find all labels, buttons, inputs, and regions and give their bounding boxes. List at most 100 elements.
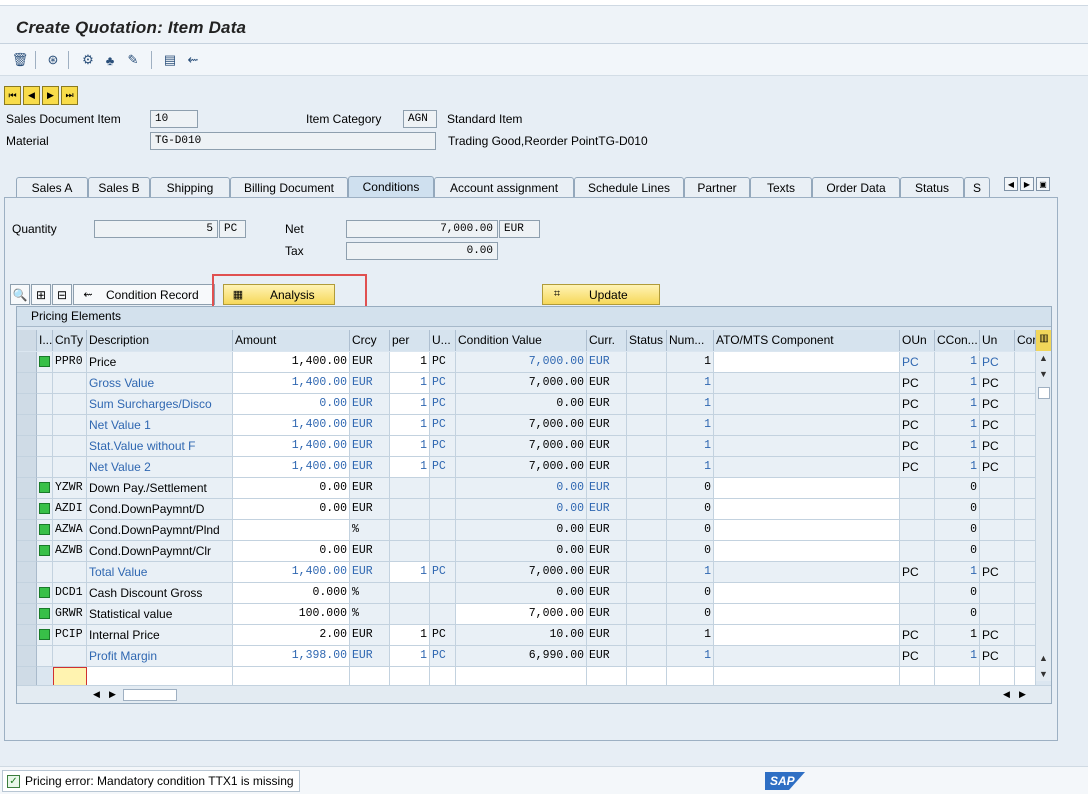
condition-record-button[interactable]: ⇜ Condition Record — [73, 284, 215, 305]
tab-conditions[interactable]: Conditions — [348, 176, 434, 198]
cell-amount[interactable]: 0.000 — [233, 583, 350, 604]
cell-amount[interactable]: 1,400.00 — [233, 415, 350, 436]
cell-ato-mts[interactable] — [714, 478, 900, 499]
first-item-button[interactable]: ⏮ — [4, 86, 21, 105]
cell-amount[interactable]: 1,398.00 — [233, 646, 350, 667]
table-row[interactable]: DCD1 Cash Discount Gross 0.000% 0.00 EUR 0 0 — [17, 583, 1051, 604]
col-header-description[interactable]: Description — [87, 330, 233, 351]
cell-amount[interactable]: 1,400.00 — [233, 457, 350, 478]
table-row[interactable]: Stat.Value without F 1,400.00 EUR 1 PC 7,000.… — [17, 436, 1051, 457]
cell-per[interactable]: 1 — [390, 562, 430, 583]
table-row[interactable]: PCIP Internal Price 2.00 EUR 1 PC 10.00 EUR 1 PC 1… — [17, 625, 1051, 646]
tab-schedule-lines[interactable]: Schedule Lines — [574, 177, 684, 198]
row-selector[interactable] — [17, 625, 37, 646]
table-row[interactable]: PPR0 Price 1,400.00 EUR 1 PC 7,000.00 EUR 1 PC 1 PC — [17, 352, 1051, 373]
cell-per[interactable]: 1 — [390, 646, 430, 667]
last-item-button[interactable]: ⏭ — [61, 86, 78, 105]
scroll-down-icon[interactable]: ▼ — [1039, 369, 1048, 379]
row-selector[interactable] — [17, 541, 37, 562]
table-row[interactable]: YZWR Down Pay./Settlement 0.00 EUR 0.00 EUR 0 0 — [17, 478, 1051, 499]
scroll-left-right-icon[interactable]: ◀ — [1003, 689, 1010, 700]
quantity-field[interactable]: 5 — [94, 220, 218, 238]
scroll-thumb[interactable] — [1038, 387, 1050, 399]
tab-list-icon[interactable]: ▣ — [1036, 177, 1050, 191]
tab-partner[interactable]: Partner — [684, 177, 750, 198]
material-field[interactable]: TG-D010 — [150, 132, 436, 150]
row-selector[interactable] — [17, 352, 37, 373]
cell-ato-mts[interactable] — [714, 583, 900, 604]
col-header-curr[interactable]: Curr. — [587, 330, 627, 351]
cell-amount[interactable]: 0.00 — [233, 499, 350, 520]
quantity-unit-field[interactable]: PC — [219, 220, 246, 238]
cell-amount[interactable] — [233, 520, 350, 541]
edit-icon[interactable]: ✎ — [124, 51, 142, 69]
cell-amount[interactable]: 0.00 — [233, 478, 350, 499]
previous-item-button[interactable]: ◀ — [23, 86, 40, 105]
col-header-cnty[interactable]: CnTy — [53, 330, 87, 351]
col-header-un[interactable]: Un — [980, 330, 1015, 351]
cell-per[interactable]: 1 — [390, 415, 430, 436]
col-header-crcy[interactable]: Crcy — [350, 330, 390, 351]
sales-doc-item-field[interactable]: 10 — [150, 110, 198, 128]
hscroll-thumb[interactable] — [123, 689, 177, 701]
display-icon[interactable]: ▤ — [161, 51, 179, 69]
header-icon[interactable]: ⚙ — [79, 51, 97, 69]
row-selector[interactable] — [17, 436, 37, 457]
table-row[interactable]: Profit Margin 1,398.00 EUR 1 PC 6,990.00 EUR 1 P… — [17, 646, 1051, 667]
row-selector[interactable] — [17, 394, 37, 415]
tab-texts[interactable]: Texts — [750, 177, 812, 198]
update-button[interactable]: ⌗ Update — [542, 284, 660, 305]
table-row[interactable]: AZWA Cond.DownPaymnt/Plnd% 0.00 EUR 0 0 — [17, 520, 1051, 541]
row-selector[interactable] — [17, 499, 37, 520]
table-row[interactable]: Net Value 1 1,400.00 EUR 1 PC 7,000.00 EUR 1 PC 1… — [17, 415, 1051, 436]
col-header-status[interactable]: Status — [627, 330, 667, 351]
cell-per[interactable]: 1 — [390, 457, 430, 478]
col-header-condition-value[interactable]: Condition Value — [456, 330, 587, 351]
trash-icon[interactable]: 🗑 — [11, 51, 29, 69]
col-header-indicator[interactable]: I... — [37, 330, 53, 351]
cell-amount[interactable]: 1,400.00 — [233, 562, 350, 583]
row-selector[interactable] — [17, 562, 37, 583]
table-row[interactable]: Total Value 1,400.00 EUR 1 PC 7,000.00 EUR 1 PC 1… — [17, 562, 1051, 583]
tab-account-assignment[interactable]: Account assignment — [434, 177, 574, 198]
row-selector[interactable] — [17, 520, 37, 541]
cell-ato-mts[interactable] — [714, 499, 900, 520]
scroll-right-icon[interactable]: ▶ — [109, 689, 116, 700]
status-message-box[interactable]: ✓ Pricing error: Mandatory condition TTX… — [2, 770, 300, 792]
horizontal-scrollbar[interactable]: ◀ ▶ ◀ ▶ — [17, 685, 1051, 703]
cell-amount[interactable]: 0.00 — [233, 541, 350, 562]
tab-order-data[interactable]: Order Data — [812, 177, 900, 198]
cell-amount[interactable]: 2.00 — [233, 625, 350, 646]
cell-per[interactable]: 1 — [390, 352, 430, 373]
cell-ato-mts[interactable] — [714, 625, 900, 646]
cell-amount[interactable]: 1,400.00 — [233, 373, 350, 394]
tab-shipping[interactable]: Shipping — [150, 177, 230, 198]
cell-amount[interactable]: 1,400.00 — [233, 352, 350, 373]
scroll-left-icon[interactable]: ◀ — [93, 689, 100, 700]
next-item-button[interactable]: ▶ — [42, 86, 59, 105]
overview-icon[interactable]: ⊛ — [44, 51, 62, 69]
table-row[interactable]: AZWB Cond.DownPaymnt/Clr 0.00 EUR 0.00 EUR 0 0 — [17, 541, 1051, 562]
insert-row-icon[interactable]: ⊞ — [31, 284, 51, 305]
cell-per[interactable]: 1 — [390, 394, 430, 415]
row-selector[interactable] — [17, 583, 37, 604]
row-selector[interactable] — [17, 457, 37, 478]
scroll-down-bottom-icon[interactable]: ▼ — [1039, 669, 1048, 679]
table-row[interactable]: Gross Value 1,400.00 EUR 1 PC 7,000.00 EUR 1 PC 1… — [17, 373, 1051, 394]
tab-status[interactable]: Status — [900, 177, 964, 198]
row-selector[interactable] — [17, 415, 37, 436]
delete-row-icon[interactable]: ⊟ — [52, 284, 72, 305]
table-row[interactable]: Sum Surcharges/Disco 0.00 EUR 1 PC 0.00 EUR 1 PC… — [17, 394, 1051, 415]
tab-scroll-left-icon[interactable]: ◀ — [1004, 177, 1018, 191]
select-all-cell[interactable] — [17, 330, 37, 351]
row-selector[interactable] — [17, 373, 37, 394]
col-header-uom[interactable]: U... — [430, 330, 456, 351]
col-header-ccon[interactable]: CCon... — [935, 330, 980, 351]
tab-sales-a[interactable]: Sales A — [16, 177, 88, 198]
table-row[interactable]: Net Value 2 1,400.00 EUR 1 PC 7,000.00 EUR 1 PC 1… — [17, 457, 1051, 478]
col-header-amount[interactable]: Amount — [233, 330, 350, 351]
document-flow-icon[interactable]: ⇜ — [184, 51, 202, 69]
scroll-right-right-icon[interactable]: ▶ — [1019, 689, 1026, 700]
cell-amount[interactable]: 1,400.00 — [233, 436, 350, 457]
cell-per[interactable]: 1 — [390, 373, 430, 394]
